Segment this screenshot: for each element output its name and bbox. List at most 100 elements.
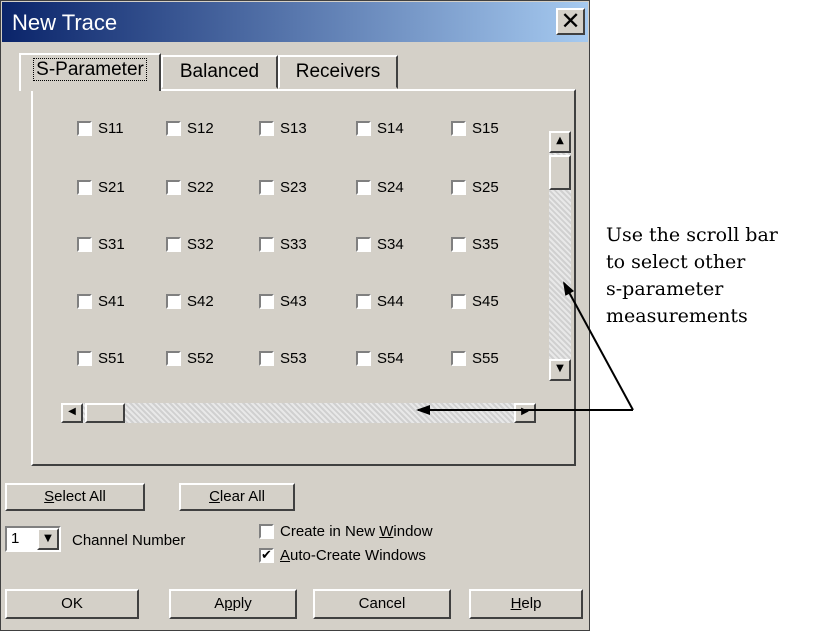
sparam-label: S31: [98, 235, 125, 253]
sparam-option[interactable]: S11: [77, 118, 124, 138]
sparam-checkbox[interactable]: [77, 293, 92, 309]
sparam-option[interactable]: S42: [166, 291, 214, 311]
sparam-option[interactable]: S32: [166, 234, 214, 254]
auto-create-windows-option[interactable]: ✔ Auto-Create Windows: [259, 545, 426, 565]
close-icon: ✕: [560, 7, 581, 35]
sparam-option[interactable]: S15: [451, 118, 499, 138]
sparam-option[interactable]: S12: [166, 118, 214, 138]
help-button[interactable]: Help: [469, 589, 583, 619]
ok-label: OK: [61, 595, 83, 612]
sparam-option[interactable]: S43: [259, 291, 307, 311]
sparam-option[interactable]: S44: [356, 291, 404, 311]
scroll-left-button[interactable]: ◀: [61, 403, 83, 423]
auto-create-windows-checkbox[interactable]: ✔: [259, 547, 274, 563]
horizontal-scrollbar[interactable]: [61, 403, 536, 423]
horizontal-scroll-thumb[interactable]: [85, 403, 125, 423]
sparam-option[interactable]: S22: [166, 177, 214, 197]
sparam-option[interactable]: S25: [451, 177, 499, 197]
sparam-label: S45: [472, 292, 499, 310]
sparam-label: S22: [187, 178, 214, 196]
sparam-checkbox[interactable]: [259, 179, 274, 195]
sparam-option[interactable]: S35: [451, 234, 499, 254]
sparam-checkbox[interactable]: [166, 236, 181, 252]
sparam-label: S54: [377, 349, 404, 367]
sparam-checkbox[interactable]: [166, 120, 181, 136]
sparam-option[interactable]: S53: [259, 348, 307, 368]
scroll-down-button[interactable]: ▼: [549, 359, 571, 381]
sparam-checkbox[interactable]: [451, 293, 466, 309]
sparam-checkbox[interactable]: [356, 236, 371, 252]
tab-balanced[interactable]: Balanced: [161, 55, 278, 89]
sparam-option[interactable]: S24: [356, 177, 404, 197]
ok-button[interactable]: OK: [5, 589, 139, 619]
sparam-checkbox[interactable]: [451, 350, 466, 366]
clear-all-button[interactable]: Clear All: [179, 483, 295, 511]
select-all-button[interactable]: Select All: [5, 483, 145, 511]
title-bar[interactable]: New Trace ✕: [2, 2, 588, 42]
sparam-option[interactable]: S33: [259, 234, 307, 254]
sparam-option[interactable]: S41: [77, 291, 125, 311]
scroll-right-button[interactable]: ▶: [514, 403, 536, 423]
sparam-option[interactable]: S13: [259, 118, 307, 138]
sparam-checkbox[interactable]: [77, 236, 92, 252]
label-post: ply: [232, 595, 252, 612]
sparam-checkbox[interactable]: [259, 120, 274, 136]
sparam-option[interactable]: S55: [451, 348, 499, 368]
sparam-checkbox[interactable]: [77, 120, 92, 136]
sparam-option[interactable]: S45: [451, 291, 499, 311]
tab-label: Receivers: [295, 61, 381, 82]
create-new-window-checkbox[interactable]: [259, 523, 274, 539]
tab-label: Balanced: [179, 61, 260, 82]
sparam-label: S55: [472, 349, 499, 367]
sparam-label: S41: [98, 292, 125, 310]
sparam-option[interactable]: S51: [77, 348, 125, 368]
label-mnemonic: H: [510, 595, 522, 612]
sparam-label: S12: [187, 119, 214, 137]
sparam-checkbox[interactable]: [356, 179, 371, 195]
arrow-right-icon: ▶: [521, 406, 529, 417]
sparam-checkbox[interactable]: [77, 350, 92, 366]
scroll-up-button[interactable]: ▲: [549, 131, 571, 153]
sparam-checkbox[interactable]: [259, 350, 274, 366]
sparam-option[interactable]: S23: [259, 177, 307, 197]
sparam-checkbox[interactable]: [166, 293, 181, 309]
label-pre: A: [214, 595, 225, 612]
close-button[interactable]: ✕: [556, 8, 585, 35]
sparam-checkbox[interactable]: [166, 350, 181, 366]
apply-button[interactable]: Apply: [169, 589, 297, 619]
sparam-checkbox[interactable]: [451, 236, 466, 252]
channel-number-select[interactable]: 1 ▼: [5, 526, 61, 552]
create-new-window-option[interactable]: Create in New Window: [259, 521, 433, 541]
label-mnemonic: W: [379, 522, 394, 540]
sparam-checkbox[interactable]: [451, 120, 466, 136]
sparam-checkbox[interactable]: [259, 236, 274, 252]
sparam-checkbox[interactable]: [77, 179, 92, 195]
sparam-option[interactable]: S31: [77, 234, 125, 254]
sparam-checkbox[interactable]: [451, 179, 466, 195]
sparam-checkbox[interactable]: [356, 350, 371, 366]
arrow-up-icon: ▲: [556, 135, 564, 146]
sparam-label: S23: [280, 178, 307, 196]
sparam-option[interactable]: S34: [356, 234, 404, 254]
sparam-option[interactable]: S21: [77, 177, 125, 197]
sparam-option[interactable]: S14: [356, 118, 404, 138]
sparam-checkbox[interactable]: [356, 120, 371, 136]
sparam-label: S21: [98, 178, 125, 196]
sparam-label: S35: [472, 235, 499, 253]
sparam-checkbox[interactable]: [259, 293, 274, 309]
sparam-label: S51: [98, 349, 125, 367]
sparam-label: S43: [280, 292, 307, 310]
auto-create-windows-label: Auto-Create Windows: [280, 547, 426, 564]
chevron-down-icon[interactable]: ▼: [37, 528, 59, 550]
annotation-text: Use the scroll bar to select other s-par…: [606, 222, 811, 330]
tab-receivers[interactable]: Receivers: [278, 55, 398, 89]
sparam-checkbox[interactable]: [166, 179, 181, 195]
vertical-scroll-thumb[interactable]: [549, 155, 571, 190]
sparam-option[interactable]: S54: [356, 348, 404, 368]
annotation-line: s-parameter: [606, 278, 724, 300]
arrow-left-icon: ◀: [68, 406, 76, 417]
cancel-button[interactable]: Cancel: [313, 589, 451, 619]
sparam-checkbox[interactable]: [356, 293, 371, 309]
tab-s-parameter[interactable]: S-Parameter: [19, 53, 161, 91]
sparam-option[interactable]: S52: [166, 348, 214, 368]
